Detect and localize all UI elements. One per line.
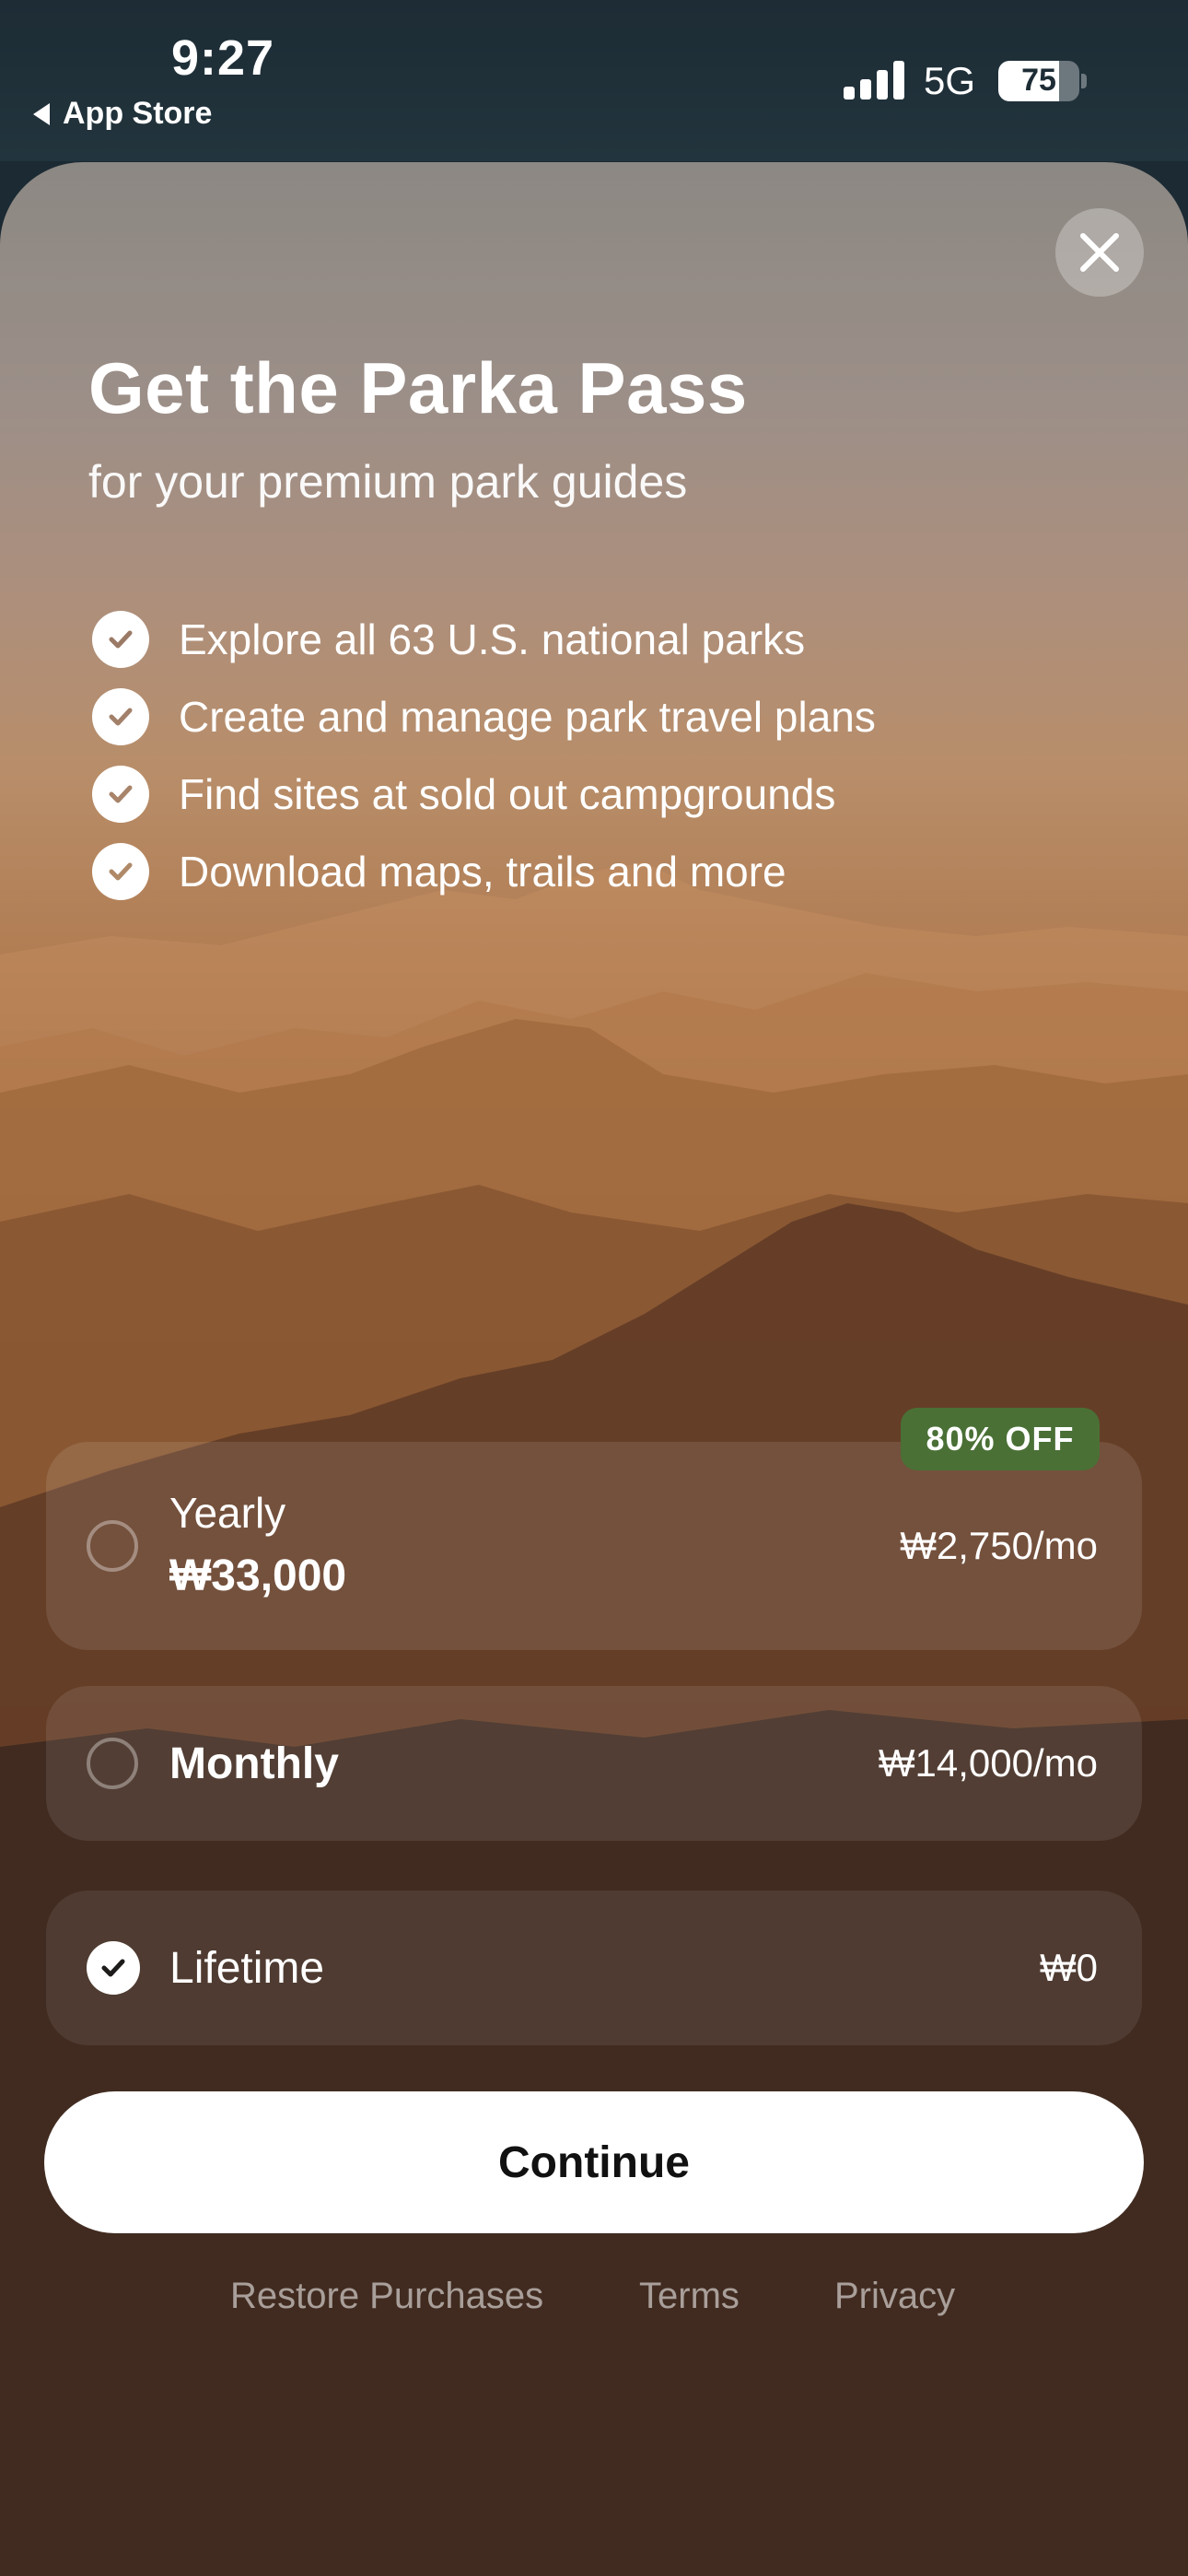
cellular-signal-icon xyxy=(844,61,904,100)
back-link-label: App Store xyxy=(63,96,213,131)
plan-price: ₩33,000 xyxy=(169,1551,347,1600)
checkmark-icon xyxy=(101,1959,125,1977)
battery-icon: 75 xyxy=(998,61,1079,101)
feature-text: Create and manage park travel plans xyxy=(179,693,876,741)
radio-unselected-icon[interactable] xyxy=(87,1738,138,1789)
feature-text: Download maps, trails and more xyxy=(179,848,786,896)
feature-item: Find sites at sold out campgrounds xyxy=(92,755,876,833)
feature-item: Download maps, trails and more xyxy=(92,833,876,910)
paywall-title: Get the Parka Pass xyxy=(88,347,748,428)
network-type: 5G xyxy=(924,59,976,102)
feature-list: Explore all 63 U.S. national parks Creat… xyxy=(92,601,876,910)
checkmark-icon xyxy=(92,688,149,745)
continue-button[interactable]: Continue xyxy=(44,2091,1144,2233)
terms-link[interactable]: Terms xyxy=(639,2276,740,2317)
paywall-subtitle: for your premium park guides xyxy=(88,456,688,508)
privacy-link[interactable]: Privacy xyxy=(834,2276,955,2317)
back-triangle-icon xyxy=(33,102,50,125)
plan-name: Lifetime xyxy=(169,1943,325,1993)
feature-text: Find sites at sold out campgrounds xyxy=(179,770,836,818)
feature-item: Create and manage park travel plans xyxy=(92,678,876,755)
checkmark-icon xyxy=(92,843,149,900)
back-to-app-store-link[interactable]: App Store xyxy=(33,96,212,132)
battery-percentage: 75 xyxy=(1021,63,1056,98)
plan-price: ₩14,000/mo xyxy=(878,1741,1098,1785)
plan-name: Monthly xyxy=(169,1739,339,1788)
plan-name: Yearly xyxy=(169,1489,286,1537)
plan-option-monthly[interactable]: Monthly ₩14,000/mo xyxy=(46,1686,1142,1841)
checkmark-icon xyxy=(92,766,149,823)
status-bar: 9:27 App Store 5G 75 xyxy=(0,0,1188,161)
close-button[interactable] xyxy=(1055,208,1144,297)
plan-monthly-equivalent: ₩2,750/mo xyxy=(900,1524,1098,1567)
radio-unselected-icon[interactable] xyxy=(87,1520,138,1572)
checkmark-icon xyxy=(92,611,149,668)
close-icon xyxy=(1080,233,1119,272)
footer-links: Restore Purchases Terms Privacy xyxy=(0,2276,1188,2331)
plan-option-yearly[interactable]: Yearly ₩33,000 ₩2,750/mo xyxy=(46,1442,1142,1650)
feature-item: Explore all 63 U.S. national parks xyxy=(92,601,876,678)
battery-tip xyxy=(1081,74,1087,88)
feature-text: Explore all 63 U.S. national parks xyxy=(179,615,806,663)
discount-badge: 80% OFF xyxy=(901,1408,1100,1470)
plan-option-lifetime[interactable]: Lifetime ₩0 xyxy=(46,1891,1142,2045)
plan-price: ₩0 xyxy=(1040,1946,1098,1989)
status-time: 9:27 xyxy=(171,30,275,86)
radio-selected-icon[interactable] xyxy=(87,1941,140,1995)
restore-purchases-link[interactable]: Restore Purchases xyxy=(230,2276,543,2317)
